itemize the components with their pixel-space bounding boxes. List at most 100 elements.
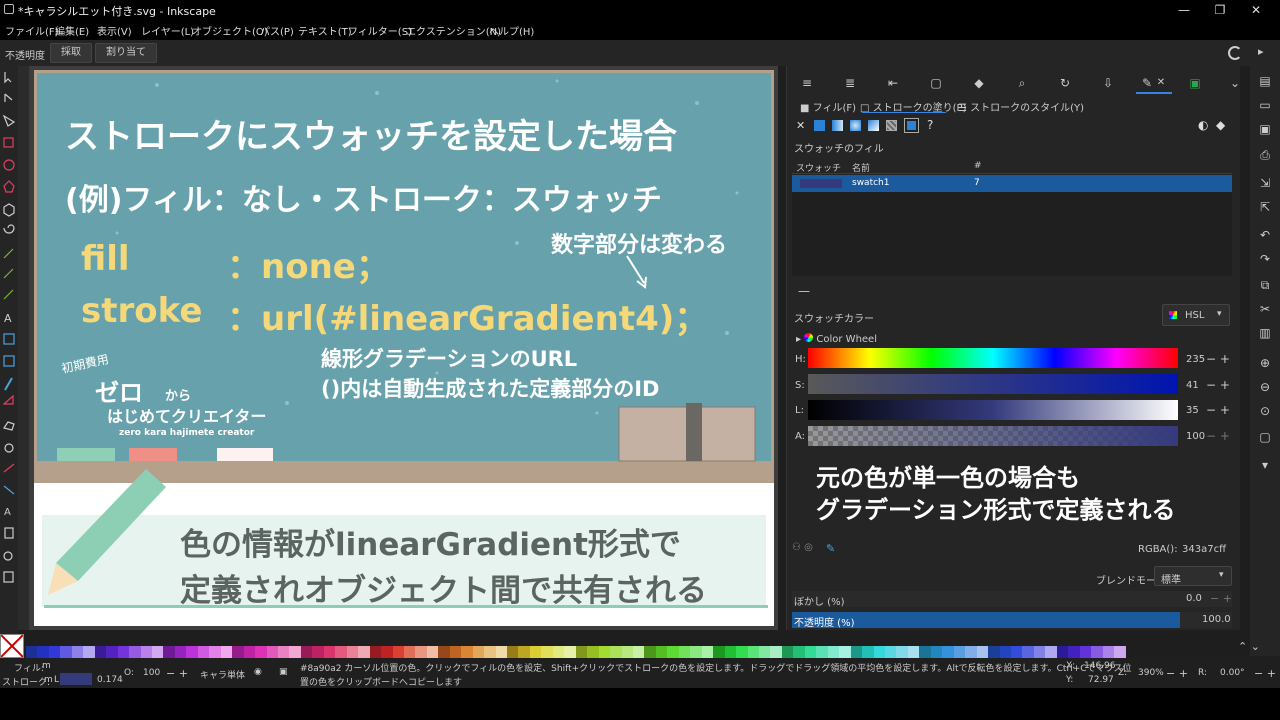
palette-swatch[interactable] bbox=[827, 646, 840, 658]
palette-swatch[interactable] bbox=[942, 646, 954, 658]
fill-stroke-tab-icon[interactable]: ✎ bbox=[1140, 76, 1154, 90]
find-icon[interactable]: ⌕ bbox=[1015, 76, 1029, 90]
selector-tool-icon[interactable] bbox=[4, 72, 12, 84]
color-wheel-expander[interactable]: ▸ Color Wheel bbox=[796, 333, 877, 345]
zoom-selection-icon[interactable]: ⊕ bbox=[1258, 356, 1272, 370]
menu-edit[interactable]: 編集(E) bbox=[55, 23, 89, 38]
rotation-value[interactable]: 0.00° bbox=[1220, 668, 1245, 678]
palette-swatch[interactable] bbox=[1045, 646, 1057, 658]
palette-swatch[interactable] bbox=[186, 646, 198, 658]
palette-swatch[interactable] bbox=[655, 646, 668, 658]
spiral-tool-icon[interactable] bbox=[3, 224, 15, 234]
dock-menu-icon[interactable]: ⌄ bbox=[1228, 76, 1242, 90]
unset-paint-icon[interactable]: ? bbox=[927, 118, 933, 132]
palette-swatch[interactable] bbox=[552, 646, 565, 658]
palette-swatch[interactable] bbox=[953, 646, 966, 658]
palette-swatch[interactable] bbox=[667, 646, 679, 658]
palette-swatch[interactable] bbox=[1068, 646, 1080, 658]
palette-swatch[interactable] bbox=[965, 646, 977, 658]
palette-swatch[interactable] bbox=[759, 646, 771, 658]
palette-swatch[interactable] bbox=[529, 646, 542, 658]
palette-swatch[interactable] bbox=[999, 646, 1011, 658]
linear-gradient-icon[interactable] bbox=[832, 120, 843, 131]
palette-swatch[interactable] bbox=[461, 646, 473, 658]
a-stepper[interactable]: − + bbox=[1206, 429, 1230, 443]
palette-swatch[interactable] bbox=[804, 646, 817, 658]
new-document-icon[interactable]: ▤ bbox=[1258, 74, 1272, 88]
palette-swatch[interactable] bbox=[896, 646, 908, 658]
palette-swatch[interactable] bbox=[541, 646, 553, 658]
zoom-value[interactable]: 390% bbox=[1138, 668, 1164, 678]
export-icon[interactable]: ⇩ bbox=[1101, 76, 1115, 90]
palette-swatch[interactable] bbox=[358, 646, 370, 658]
palette-swatch[interactable] bbox=[747, 646, 759, 658]
palette-swatch[interactable] bbox=[220, 646, 233, 658]
dropper-tool-icon[interactable] bbox=[4, 377, 13, 391]
expand-icon[interactable]: ▸ bbox=[1258, 45, 1264, 58]
tab-fill[interactable]: ■ フィル(F) bbox=[800, 99, 856, 114]
status-stroke-width[interactable]: 0.174 bbox=[97, 675, 123, 685]
palette-swatch[interactable] bbox=[449, 646, 462, 658]
l-stepper[interactable]: − + bbox=[1206, 403, 1230, 417]
pages-tool-icon[interactable] bbox=[3, 571, 14, 583]
palette-swatch[interactable] bbox=[884, 646, 897, 658]
menu-path[interactable]: パス(P) bbox=[260, 23, 294, 38]
a-value[interactable]: 100 bbox=[1186, 431, 1205, 442]
palette-swatch[interactable] bbox=[575, 646, 588, 658]
palette-swatch[interactable] bbox=[415, 646, 427, 658]
close-tab-icon[interactable]: ✕ bbox=[1154, 76, 1168, 90]
menu-filter[interactable]: フィルター(S) bbox=[348, 23, 412, 38]
palette-swatch[interactable] bbox=[37, 646, 49, 658]
palette-swatch[interactable] bbox=[598, 646, 611, 658]
menu-view[interactable]: 表示(V) bbox=[97, 23, 132, 38]
saturation-slider[interactable] bbox=[808, 374, 1178, 394]
lightness-slider[interactable] bbox=[808, 400, 1178, 420]
color-mode-select[interactable]: HSL ▾ bbox=[1162, 304, 1230, 326]
close-button[interactable]: ✕ bbox=[1238, 0, 1274, 20]
palette-swatch[interactable] bbox=[873, 646, 885, 658]
undo-history-icon[interactable]: ↻ bbox=[1058, 76, 1072, 90]
palette-swatch[interactable] bbox=[919, 646, 931, 658]
gradient-tool-icon[interactable] bbox=[3, 333, 15, 345]
document-icon[interactable]: ▢ bbox=[929, 76, 943, 90]
palette-swatch[interactable] bbox=[839, 646, 851, 658]
hue-slider[interactable] bbox=[808, 348, 1178, 368]
palette-swatch[interactable] bbox=[1114, 646, 1126, 658]
palette-swatch[interactable] bbox=[988, 646, 1000, 658]
h-stepper[interactable]: − + bbox=[1206, 352, 1230, 366]
ellipse-tool-icon[interactable] bbox=[3, 159, 15, 171]
l-value[interactable]: 35 bbox=[1186, 405, 1199, 416]
pattern-icon[interactable] bbox=[886, 120, 897, 131]
palette-swatch[interactable] bbox=[48, 646, 61, 658]
palette-swatch[interactable] bbox=[713, 646, 725, 658]
palette-swatch[interactable] bbox=[381, 646, 393, 658]
layer-lock-icon[interactable]: ▣ bbox=[279, 667, 288, 677]
palette-swatch[interactable] bbox=[1102, 646, 1115, 658]
radial-gradient-icon[interactable] bbox=[850, 120, 861, 131]
h-value[interactable]: 235 bbox=[1186, 354, 1205, 365]
palette-swatch[interactable] bbox=[197, 646, 210, 658]
3dbox-tool-icon[interactable] bbox=[3, 203, 15, 217]
redo-icon[interactable]: ↷ bbox=[1258, 252, 1272, 266]
palette-swatch[interactable] bbox=[151, 646, 164, 658]
rotation-stepper[interactable]: − + bbox=[1254, 667, 1276, 680]
palette-swatch[interactable] bbox=[209, 646, 221, 658]
swatches-icon[interactable]: ◆ bbox=[972, 76, 986, 90]
palette-swatch[interactable] bbox=[1033, 646, 1046, 658]
palette-swatch[interactable] bbox=[850, 646, 863, 658]
assign-button[interactable]: 割り当て bbox=[95, 43, 157, 63]
palette-scroll-icon[interactable]: ⌃ ⌄ bbox=[1238, 640, 1260, 653]
zoom-drawing-icon[interactable]: ⊖ bbox=[1258, 380, 1272, 394]
spray-tool-icon[interactable] bbox=[4, 443, 14, 453]
palette-swatch[interactable] bbox=[610, 646, 622, 658]
col-number[interactable]: # bbox=[974, 161, 982, 171]
palette-swatch[interactable] bbox=[346, 646, 359, 658]
calligraphy-tool-icon[interactable] bbox=[3, 289, 14, 300]
tweak2-tool-icon[interactable] bbox=[3, 421, 15, 431]
menu-layer[interactable]: レイヤー(L) bbox=[141, 23, 194, 38]
fill-rule-evenodd-icon[interactable]: ◐ bbox=[1198, 118, 1208, 132]
palette-swatch[interactable] bbox=[472, 646, 485, 658]
blur-slider[interactable]: ぼかし (%) 0.0 − + bbox=[792, 591, 1232, 608]
tab-stroke-style[interactable]: ☰ ストロークのスタイル(Y) bbox=[958, 99, 1084, 114]
palette-swatch[interactable] bbox=[621, 646, 634, 658]
